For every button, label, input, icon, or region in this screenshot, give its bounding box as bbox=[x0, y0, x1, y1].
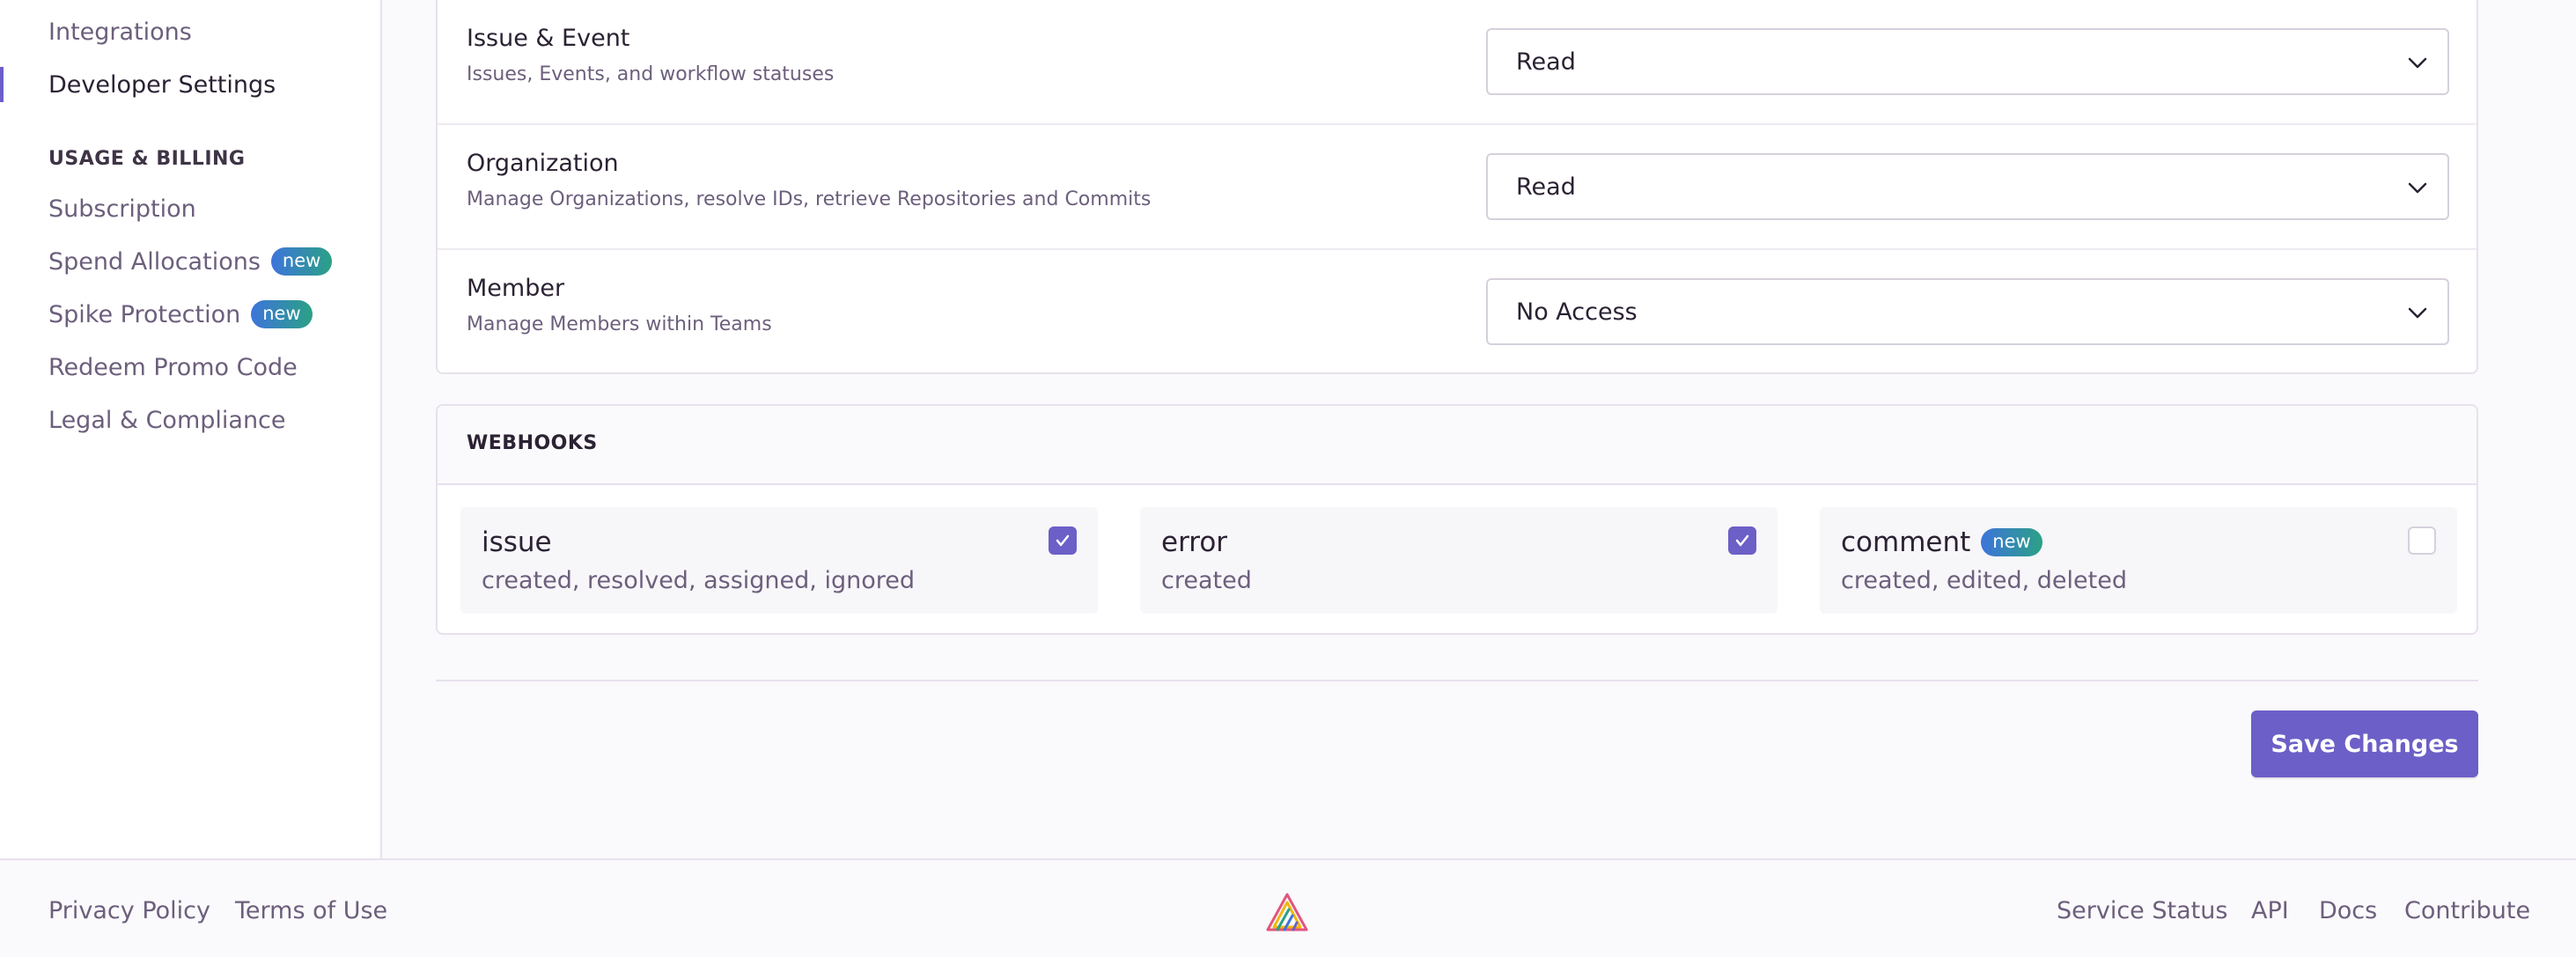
webhook-card-error: error created bbox=[1140, 507, 1777, 614]
sidebar-item-label: Legal & Compliance bbox=[48, 406, 286, 434]
sidebar-item-redeem-promo-code[interactable]: Redeem Promo Code bbox=[48, 350, 298, 385]
save-changes-button[interactable]: Save Changes bbox=[2251, 710, 2478, 777]
webhook-events: created bbox=[1161, 567, 1252, 594]
permission-title: Organization bbox=[467, 150, 619, 177]
webhook-events: created, edited, deleted bbox=[1841, 567, 2127, 594]
active-indicator bbox=[0, 67, 4, 102]
webhook-name: comment new bbox=[1841, 526, 2042, 558]
chevron-down-icon bbox=[2408, 57, 2427, 69]
webhooks-panel: WEBHOOKS issue created, resolved, assign… bbox=[436, 404, 2478, 635]
webhook-name-text: error bbox=[1161, 526, 1228, 558]
webhook-name: error bbox=[1161, 526, 1227, 558]
chevron-down-icon bbox=[2408, 182, 2427, 194]
webhook-card-issue: issue created, resolved, assigned, ignor… bbox=[460, 507, 1098, 614]
chevron-down-icon bbox=[2408, 307, 2427, 319]
webhook-name-text: issue bbox=[482, 526, 552, 558]
permission-row-issue-event: Issue & Event Issues, Events, and workfl… bbox=[438, 0, 2477, 125]
sidebar-item-label: Spike Protection bbox=[48, 300, 241, 328]
webhook-name: issue bbox=[482, 526, 552, 558]
new-badge: new bbox=[1981, 528, 2042, 556]
permission-select-issue-event[interactable]: Read bbox=[1486, 28, 2449, 95]
permission-row-member: Member Manage Members within Teams No Ac… bbox=[438, 250, 2477, 375]
sidebar-item-label: Developer Settings bbox=[48, 70, 276, 99]
sentry-logo-icon[interactable] bbox=[1265, 892, 1309, 932]
select-value: Read bbox=[1516, 173, 1576, 201]
webhooks-header: WEBHOOKS bbox=[438, 406, 2477, 485]
webhook-events: created, resolved, assigned, ignored bbox=[482, 567, 915, 594]
footer-link-contribute[interactable]: Contribute bbox=[2404, 897, 2530, 924]
footer-link-docs[interactable]: Docs bbox=[2319, 897, 2377, 924]
permissions-panel: Issue & Event Issues, Events, and workfl… bbox=[436, 0, 2478, 374]
sidebar-item-developer-settings[interactable]: Developer Settings bbox=[48, 67, 276, 102]
sidebar-item-integrations[interactable]: Integrations bbox=[48, 14, 192, 49]
permission-select-member[interactable]: No Access bbox=[1486, 278, 2449, 345]
sidebar-item-legal-compliance[interactable]: Legal & Compliance bbox=[48, 402, 286, 438]
footer: Privacy Policy Terms of Use Service Stat… bbox=[0, 858, 2576, 957]
select-value: Read bbox=[1516, 48, 1576, 76]
sidebar-section-heading: USAGE & BILLING bbox=[48, 148, 246, 170]
form-divider bbox=[436, 680, 2478, 681]
permission-title: Member bbox=[467, 275, 565, 302]
new-badge: new bbox=[251, 300, 313, 328]
webhook-checkbox-issue[interactable] bbox=[1049, 526, 1077, 555]
webhook-name-text: comment bbox=[1841, 526, 1971, 558]
webhook-checkbox-error[interactable] bbox=[1728, 526, 1756, 555]
sidebar-item-spike-protection[interactable]: Spike Protection new bbox=[48, 297, 313, 332]
permission-select-organization[interactable]: Read bbox=[1486, 153, 2449, 220]
footer-link-privacy-policy[interactable]: Privacy Policy bbox=[48, 897, 210, 924]
footer-link-api[interactable]: API bbox=[2251, 897, 2289, 924]
webhook-checkbox-comment[interactable] bbox=[2408, 526, 2436, 555]
sidebar: Integrations Developer Settings USAGE & … bbox=[0, 0, 382, 858]
webhook-card-comment: comment new created, edited, deleted bbox=[1820, 507, 2457, 614]
permission-description: Manage Organizations, resolve IDs, retri… bbox=[467, 188, 1152, 210]
footer-link-terms-of-use[interactable]: Terms of Use bbox=[235, 897, 387, 924]
sidebar-item-label: Subscription bbox=[48, 195, 196, 223]
sidebar-item-label: Spend Allocations bbox=[48, 247, 261, 276]
sidebar-item-label: Redeem Promo Code bbox=[48, 353, 298, 381]
sidebar-item-label: Integrations bbox=[48, 18, 192, 46]
new-badge: new bbox=[270, 247, 333, 276]
footer-link-service-status[interactable]: Service Status bbox=[2057, 897, 2227, 924]
webhooks-heading: WEBHOOKS bbox=[467, 432, 598, 454]
checkmark-icon bbox=[1056, 534, 1070, 547]
sidebar-item-spend-allocations[interactable]: Spend Allocations new bbox=[48, 244, 333, 279]
permission-row-organization: Organization Manage Organizations, resol… bbox=[438, 125, 2477, 250]
select-value: No Access bbox=[1516, 298, 1638, 326]
permission-title: Issue & Event bbox=[467, 25, 630, 52]
permission-description: Issues, Events, and workflow statuses bbox=[467, 63, 835, 85]
checkmark-icon bbox=[1735, 534, 1749, 547]
permission-description: Manage Members within Teams bbox=[467, 313, 772, 335]
sidebar-item-subscription[interactable]: Subscription bbox=[48, 191, 196, 226]
